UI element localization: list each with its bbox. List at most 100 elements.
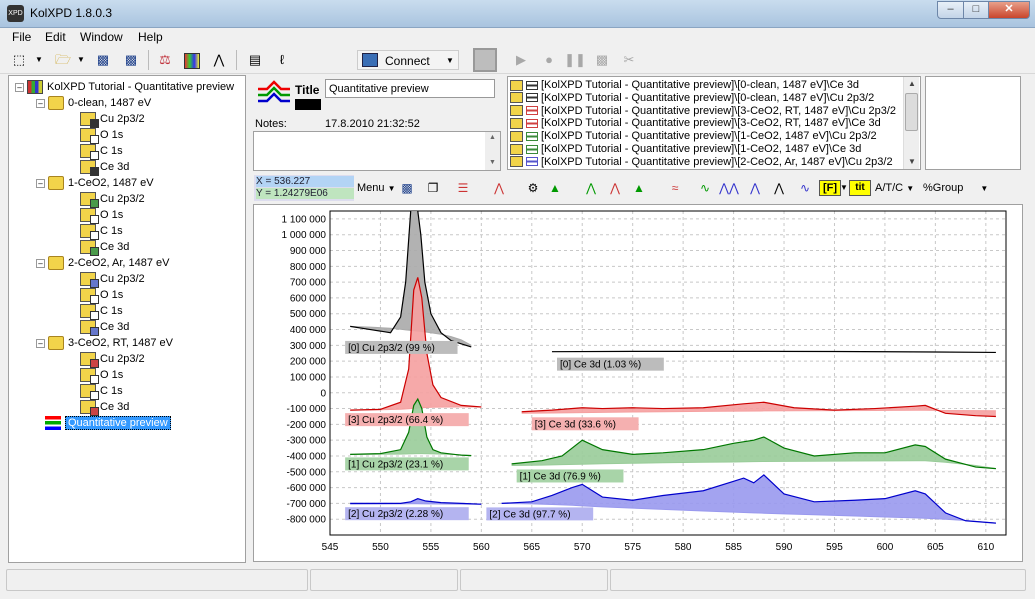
peak-fit-icon[interactable]: ⋀ bbox=[208, 50, 230, 70]
tools-icon[interactable]: ⚖ bbox=[154, 50, 176, 70]
stack-spectra-icon[interactable]: ≈ bbox=[665, 179, 685, 197]
tree-group[interactable]: – 1-CeO2, 1487 eV bbox=[36, 175, 154, 191]
tree-group[interactable]: – 0-clean, 1487 eV bbox=[36, 95, 151, 111]
record-icon[interactable]: ● bbox=[538, 50, 560, 70]
tree-item[interactable]: C 1s bbox=[80, 143, 123, 161]
collapse-icon[interactable]: – bbox=[36, 258, 45, 268]
group-dropdown[interactable]: %Group ▼ bbox=[923, 179, 988, 197]
spectra-list-item-label: [KolXPD Tutorial - Quantitative preview]… bbox=[541, 91, 875, 104]
copy-icon[interactable]: ❐ bbox=[423, 179, 443, 197]
noise-icon[interactable]: ∿ bbox=[795, 179, 815, 197]
tree-group[interactable]: – 3-CeO2, RT, 1487 eV bbox=[36, 335, 173, 351]
spectra-list-scrollbar[interactable]: ▲ ▼ bbox=[903, 77, 919, 169]
smooth-icon[interactable]: ⋀ bbox=[745, 179, 765, 197]
tree-item[interactable]: Cu 2p3/2 bbox=[80, 351, 145, 369]
notes-field[interactable]: ▲ ▼ bbox=[253, 131, 501, 171]
collapse-icon[interactable]: – bbox=[36, 338, 45, 348]
tree-item[interactable]: O 1s bbox=[80, 287, 123, 305]
tree-item[interactable]: O 1s bbox=[80, 127, 123, 145]
overlay-icon[interactable]: ∿ bbox=[695, 179, 715, 197]
tree-root[interactable]: – KolXPD Tutorial - Quantitative preview bbox=[15, 79, 234, 95]
open-dropdown-icon[interactable]: ▼ bbox=[76, 50, 86, 70]
chart-area[interactable]: -800 000 -700 000 -600 000 -500 000 -400 000… bbox=[253, 204, 1023, 562]
spectrum-icon bbox=[80, 352, 99, 369]
normalize-icon[interactable]: ⋀⋀ bbox=[719, 179, 739, 197]
maximize-button[interactable]: □ bbox=[963, 1, 989, 19]
spectra-list-item[interactable]: [KolXPD Tutorial - Quantitative preview]… bbox=[510, 79, 859, 92]
tree-item[interactable]: Ce 3d bbox=[80, 239, 129, 257]
gauss-peak-icon[interactable]: ⋀ bbox=[581, 179, 601, 197]
spectra-list-item[interactable]: [KolXPD Tutorial - Quantitative preview]… bbox=[510, 117, 881, 130]
tree-group-label: 3-CeO2, RT, 1487 eV bbox=[68, 337, 173, 349]
open-folder-icon[interactable]: 🗁 bbox=[52, 50, 74, 70]
menu-help[interactable]: Help bbox=[138, 30, 163, 44]
spectra-list-item-label: [KolXPD Tutorial - Quantitative preview]… bbox=[541, 155, 893, 168]
scroll-thumb[interactable] bbox=[905, 93, 918, 131]
spectra-list-item[interactable]: [KolXPD Tutorial - Quantitative preview]… bbox=[510, 105, 896, 118]
tree-item[interactable]: Cu 2p3/2 bbox=[80, 191, 145, 209]
menu-window[interactable]: Window bbox=[80, 30, 123, 44]
cursor-readout: X = 536.227 Y = 1.24279E06 bbox=[254, 175, 354, 201]
tree-item[interactable]: O 1s bbox=[80, 367, 123, 385]
tree-item[interactable]: C 1s bbox=[80, 303, 123, 321]
scroll-down-icon[interactable]: ▼ bbox=[904, 155, 920, 169]
atc-dropdown[interactable]: A/T/C ▼ bbox=[875, 179, 914, 197]
tree-item[interactable]: Cu 2p3/2 bbox=[80, 271, 145, 289]
calculator-icon[interactable]: ▤ bbox=[244, 50, 266, 70]
save-disk-icon[interactable]: ▩ bbox=[591, 50, 613, 70]
close-button[interactable]: ✕ bbox=[988, 1, 1030, 19]
spectra-list-item[interactable]: [KolXPD Tutorial - Quantitative preview]… bbox=[510, 130, 877, 143]
spectrum-icon bbox=[80, 128, 99, 145]
tree-item[interactable]: Ce 3d bbox=[80, 319, 129, 337]
tree-item-quantitative-preview[interactable]: Quantitative preview bbox=[45, 415, 171, 431]
tree-item[interactable]: C 1s bbox=[80, 383, 123, 401]
spectra-list-item[interactable]: [KolXPD Tutorial - Quantitative preview]… bbox=[510, 92, 874, 105]
stop-icon[interactable] bbox=[473, 48, 497, 72]
tree-item[interactable]: Cu 2p3/2 bbox=[80, 111, 145, 129]
tree-item[interactable]: Ce 3d bbox=[80, 399, 129, 417]
title-color-swatch[interactable] bbox=[295, 99, 321, 110]
tree-item[interactable]: Ce 3d bbox=[80, 159, 129, 177]
collapse-icon[interactable]: – bbox=[15, 82, 24, 92]
collapse-icon[interactable]: – bbox=[36, 98, 45, 108]
title-toggle-button[interactable]: tit bbox=[849, 180, 871, 196]
notes-scrollbar[interactable]: ▲ ▼ bbox=[485, 132, 500, 170]
save-icon[interactable]: ▩ bbox=[397, 179, 417, 197]
new-icon[interactable]: ⬚ bbox=[8, 50, 30, 70]
minimize-button[interactable]: – bbox=[937, 1, 964, 19]
color-palette-icon[interactable] bbox=[181, 50, 203, 70]
tree-item[interactable]: C 1s bbox=[80, 223, 123, 241]
peak-fit-icon[interactable]: ▲ bbox=[629, 179, 649, 197]
menu-file[interactable]: File bbox=[12, 30, 31, 44]
new-dropdown-icon[interactable]: ▼ bbox=[34, 50, 44, 70]
chevron-down-icon[interactable]: ▼ bbox=[839, 179, 849, 197]
spectra-style-icon[interactable]: ☰ bbox=[453, 179, 473, 197]
scroll-up-icon[interactable]: ▲ bbox=[904, 77, 920, 91]
connect-button[interactable]: Connect ▼ bbox=[357, 50, 459, 70]
collapse-icon[interactable]: – bbox=[36, 178, 45, 188]
background-icon[interactable]: ⚙ bbox=[523, 179, 543, 197]
peak-icon[interactable]: ⋀ bbox=[489, 179, 509, 197]
spectrum-icon bbox=[80, 368, 99, 385]
tree-group[interactable]: – 2-CeO2, Ar, 1487 eV bbox=[36, 255, 170, 271]
cut-icon[interactable]: ✂ bbox=[618, 50, 640, 70]
save-icon[interactable]: ▩ bbox=[92, 50, 114, 70]
line-style-icon bbox=[526, 80, 538, 90]
status-cell bbox=[460, 569, 608, 591]
spectrum-plot[interactable]: -800 000 -700 000 -600 000 -500 000 -400 000… bbox=[254, 205, 1022, 561]
spectra-list-item[interactable]: [KolXPD Tutorial - Quantitative preview]… bbox=[510, 143, 861, 156]
save-all-icon[interactable]: ▩ bbox=[120, 50, 142, 70]
chart-menu-button[interactable]: Menu ▼ bbox=[357, 179, 396, 197]
pause-icon[interactable]: ❚❚ bbox=[564, 50, 586, 70]
title-input[interactable] bbox=[325, 79, 495, 98]
spectra-list-item[interactable]: [KolXPD Tutorial - Quantitative preview]… bbox=[510, 156, 893, 169]
play-icon[interactable]: ▶ bbox=[510, 50, 532, 70]
area-icon[interactable]: ▲ bbox=[545, 179, 565, 197]
peak-add-icon[interactable]: ⋀ bbox=[605, 179, 625, 197]
script-icon[interactable]: ℓ bbox=[271, 50, 293, 70]
splitter[interactable] bbox=[247, 75, 252, 565]
difference-icon[interactable]: ⋀ bbox=[769, 179, 789, 197]
menu-edit[interactable]: Edit bbox=[45, 30, 66, 44]
tree-item[interactable]: O 1s bbox=[80, 207, 123, 225]
fit-toggle-button[interactable]: [F] bbox=[819, 180, 841, 196]
